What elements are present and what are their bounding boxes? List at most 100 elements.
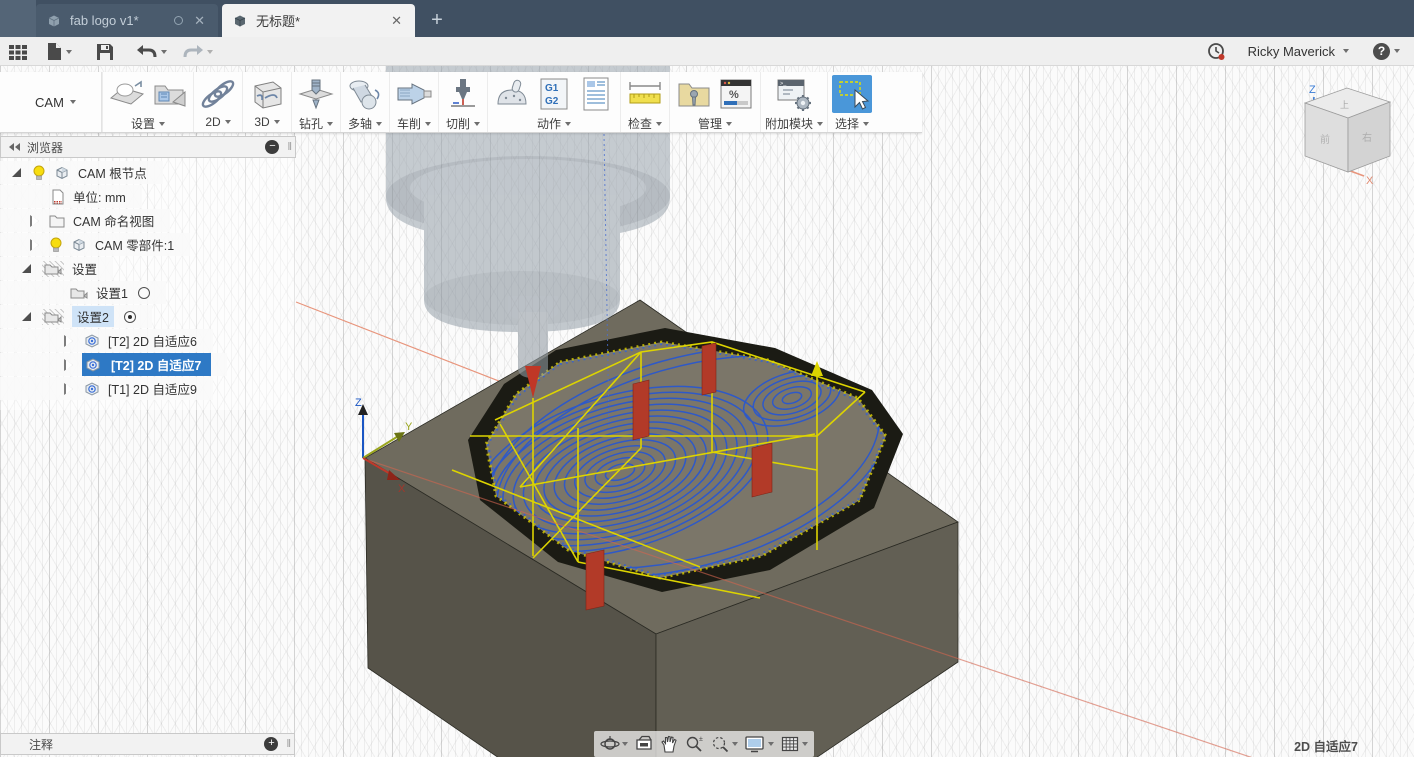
panel-resize-handle[interactable]: ‖ (287, 141, 291, 153)
tree-row-operation-adaptive6[interactable]: [T2] 2D 自适应6 (0, 329, 213, 352)
ribbon-group-label[interactable]: 车削 (397, 115, 431, 132)
tree-row-label[interactable]: [T1] 2D 自适应9 (108, 379, 197, 398)
pan-button[interactable] (660, 734, 678, 754)
svg-text:上: 上 (1340, 100, 1349, 110)
tree-row-setups-group[interactable]: 设置 (0, 257, 113, 280)
tree-row-label[interactable]: 设置2 (72, 306, 114, 327)
measure-icon[interactable] (625, 75, 665, 113)
help-button[interactable]: ? (1373, 43, 1400, 60)
document-icon (46, 13, 62, 29)
user-name[interactable]: Ricky Maverick (1248, 44, 1335, 59)
tree-row-operation-adaptive7-selected[interactable]: [T2] 2D 自适应7 (0, 353, 227, 376)
browser-panel-header[interactable]: 浏览器 − ‖ (0, 136, 296, 158)
ribbon-group-label[interactable]: 切削 (446, 115, 480, 132)
tree-row-label[interactable]: CAM 根节点 (78, 163, 147, 182)
file-menu-button[interactable] (46, 41, 72, 62)
ribbon-group-label[interactable]: 钻孔 (299, 115, 333, 132)
tree-row-label[interactable]: 单位: mm (73, 187, 126, 206)
display-settings-button[interactable] (744, 734, 774, 754)
task-manager-icon[interactable]: % (716, 75, 756, 113)
2d-milling-icon[interactable] (198, 75, 238, 113)
quick-access-toolbar (0, 37, 1414, 66)
tree-row-label[interactable]: 设置1 (96, 283, 128, 302)
tab-fab-logo-v1[interactable]: fab logo v1* ✕ (36, 4, 218, 37)
visibility-bulb-icon[interactable] (32, 165, 46, 181)
expander-icon[interactable] (12, 168, 22, 178)
save-button[interactable] (96, 41, 114, 62)
ribbon-group-label[interactable]: 选择 (835, 115, 869, 132)
ribbon-group-label[interactable]: 2D (205, 115, 230, 129)
drill-icon[interactable] (296, 75, 336, 113)
comments-label: 注释 (29, 736, 53, 753)
multi-axis-icon[interactable] (345, 75, 385, 113)
cutting-icon[interactable] (443, 75, 483, 113)
tree-row-label[interactable]: [T2] 2D 自适应7 (111, 355, 201, 374)
ribbon-group-label[interactable]: 设置 (131, 115, 165, 132)
svg-text:±: ± (699, 736, 703, 743)
tree-row-cam-root[interactable]: CAM 根节点 (0, 161, 163, 184)
tree-row-cam-component[interactable]: CAM 零部件:1 (0, 233, 190, 256)
viewcube[interactable]: 上 前 右 Z X (1305, 84, 1390, 187)
zoom-button[interactable]: ± (684, 734, 704, 754)
redo-button[interactable] (182, 41, 213, 62)
tree-row-named-views[interactable]: CAM 命名视图 (0, 209, 170, 232)
panel-collapse-icon[interactable] (9, 143, 21, 151)
component-cube-icon (71, 237, 87, 253)
setup-folder-icon[interactable] (149, 75, 189, 113)
file-menu-caret-icon (66, 50, 72, 54)
tab-close-icon[interactable]: ✕ (388, 12, 405, 29)
tree-row-units[interactable]: 单位: mm (0, 185, 142, 208)
ribbon-group-label[interactable]: 多轴 (348, 115, 382, 132)
expander-icon[interactable] (22, 312, 32, 322)
new-tab-button[interactable]: + (424, 8, 450, 34)
add-comment-icon[interactable]: + (264, 737, 278, 751)
ribbon-group-3d: 3D (242, 72, 291, 132)
add-ins-icon[interactable]: >_ (774, 75, 814, 113)
setup-active-radio[interactable] (138, 287, 150, 299)
workspace-selector[interactable]: CAM (10, 72, 102, 132)
turning-icon[interactable] (394, 75, 434, 113)
display-settings-icon (744, 734, 766, 754)
simulate-icon[interactable] (492, 75, 532, 113)
setup-sheet-icon[interactable] (576, 75, 616, 113)
zoom-window-button[interactable] (710, 734, 738, 754)
tree-row-setup2[interactable]: 设置2 (0, 305, 152, 328)
select-tool-icon[interactable] (832, 75, 872, 113)
tree-row-label[interactable]: CAM 零部件:1 (95, 235, 174, 254)
expander-icon[interactable] (64, 360, 74, 370)
new-setup-icon[interactable] (107, 75, 147, 113)
orbit-button[interactable] (600, 734, 628, 754)
panel-resize-handle[interactable]: ‖ (286, 738, 290, 750)
ribbon-group-label[interactable]: 3D (254, 115, 279, 129)
tree-row-label[interactable]: [T2] 2D 自适应6 (108, 331, 197, 350)
expander-icon[interactable] (30, 216, 40, 226)
ribbon-group-label[interactable]: 动作 (537, 115, 571, 132)
3d-milling-icon[interactable] (247, 75, 287, 113)
setup-active-radio[interactable] (124, 311, 136, 323)
undo-button[interactable] (136, 41, 167, 62)
tab-close-icon[interactable]: ✕ (191, 12, 208, 29)
comments-bar[interactable]: 注释 + ‖ (0, 733, 295, 755)
expander-icon[interactable] (30, 240, 40, 250)
user-menu-caret-icon[interactable] (1343, 49, 1349, 53)
tree-row-label[interactable]: 设置 (72, 259, 97, 278)
look-at-button[interactable] (634, 734, 654, 754)
tree-row-operation-adaptive9[interactable]: [T1] 2D 自适应9 (0, 377, 213, 400)
tool-library-icon[interactable] (674, 75, 714, 113)
app-grid-button[interactable] (8, 41, 28, 62)
tab-untitled[interactable]: 无标题* ✕ (222, 4, 415, 37)
job-status-clock-icon[interactable] (1207, 42, 1226, 61)
ribbon-group-label[interactable]: 检查 (628, 115, 662, 132)
tree-row-setup1[interactable]: 设置1 (0, 281, 166, 304)
ribbon-group-label[interactable]: 附加模块 (765, 115, 823, 132)
expander-icon[interactable] (64, 336, 74, 346)
grid-settings-button[interactable] (780, 734, 808, 754)
visibility-bulb-icon[interactable] (49, 237, 63, 253)
ribbon-group-label[interactable]: 管理 (698, 115, 732, 132)
collapse-all-icon[interactable]: − (265, 140, 279, 154)
post-process-icon[interactable]: G1 G2 (534, 75, 574, 113)
expander-icon[interactable] (22, 264, 32, 274)
expander-icon[interactable] (64, 384, 74, 394)
tree-row-label[interactable]: CAM 命名视图 (73, 211, 154, 230)
look-at-icon (634, 734, 654, 754)
